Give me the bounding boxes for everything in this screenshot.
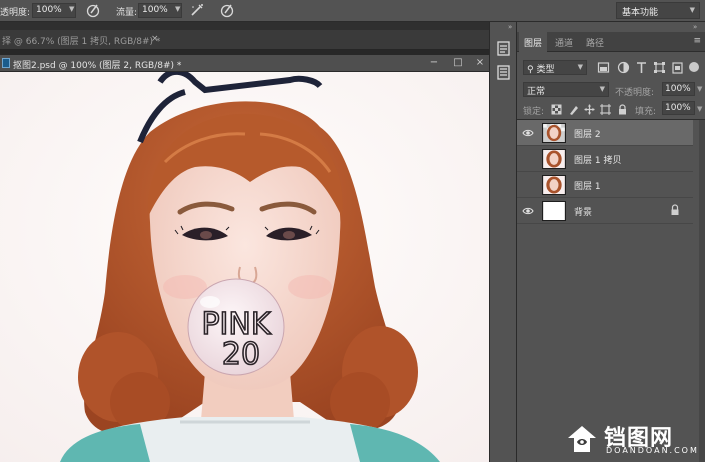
chevron-down-icon: ▼ (577, 63, 583, 71)
layer-name: 背景 (574, 208, 593, 218)
fill-input[interactable]: 100% (662, 101, 695, 115)
panel-tabs: 图层 通道 路径 ≡ (517, 32, 705, 52)
layer-row[interactable]: 图层 1 拷贝 (517, 146, 693, 172)
tab-paths[interactable]: 路径 (581, 32, 609, 52)
close-button[interactable]: × (473, 57, 487, 70)
chevron-down-icon[interactable]: ▼ (697, 105, 702, 113)
filter-adjustment-icon[interactable] (617, 61, 630, 74)
layers-panel: » 图层 通道 路径 ≡ ⚲ 类型 ▼ 正常 ▼ 不透明度: 100% ▼ 锁定… (517, 22, 705, 462)
lock-icon (671, 204, 679, 215)
maximize-button[interactable]: □ (451, 57, 465, 70)
layer-thumbnail (542, 201, 566, 221)
pressure-size-icon[interactable] (219, 2, 235, 18)
lock-all-icon[interactable] (617, 104, 628, 115)
properties-panel-icon[interactable] (495, 64, 512, 81)
airbrush-icon[interactable] (189, 2, 205, 18)
layer-name: 图层 2 (574, 130, 601, 140)
document-tab-title: 择 @ 66.7% (图层 1 拷贝, RGB/8#) * (2, 37, 161, 47)
chevron-down-icon: ▼ (689, 6, 695, 14)
document-canvas[interactable]: PINK 20 (0, 72, 489, 462)
tab-layers[interactable]: 图层 (519, 32, 548, 52)
chevron-down-icon: ▼ (599, 85, 605, 93)
workspace-switcher[interactable]: 基本功能 ▼ (616, 2, 700, 19)
chevron-down-icon[interactable]: ▼ (697, 85, 702, 93)
flow-label: 流量: (116, 8, 138, 18)
layer-name: 图层 1 (574, 182, 601, 192)
blend-mode-select[interactable]: 正常 ▼ (523, 82, 609, 97)
flow-dropdown-icon[interactable]: ▼ (175, 5, 180, 13)
layers-list: 图层 2 图层 1 拷贝 图层 1 背景 (517, 119, 705, 224)
layers-scrollbar[interactable] (699, 120, 705, 462)
lock-pixels-icon[interactable] (568, 104, 579, 115)
opacity-dropdown-icon[interactable]: ▼ (69, 5, 74, 13)
filter-kind-value: 类型 (536, 65, 555, 75)
layer-name: 图层 1 拷贝 (574, 156, 622, 166)
opacity-label: 不透明度: (615, 88, 655, 98)
layer-thumbnail (542, 175, 566, 195)
document-window-titlebar[interactable]: 抠图2.psd @ 100% (图层 2, RGB/8#) * − □ × (0, 55, 489, 72)
options-bar: 透明度: 100% ▼ 流量: 100% ▼ 基本功能 ▼ (0, 0, 705, 22)
eye-icon[interactable] (522, 127, 534, 139)
filter-kind-select[interactable]: ⚲ 类型 ▼ (523, 60, 587, 75)
opacity-input[interactable]: 100% (662, 82, 695, 96)
panel-dock-strip (0, 22, 489, 30)
layer-thumbnail (542, 123, 566, 143)
psd-file-icon (2, 58, 10, 68)
pressure-opacity-icon[interactable] (85, 2, 101, 18)
lock-artboard-icon[interactable] (600, 104, 611, 115)
watermark-english: DOANDOAN.COM (606, 446, 699, 455)
layer-filter-row: ⚲ 类型 ▼ (517, 58, 705, 78)
opacity-label: 透明度: (0, 8, 31, 18)
portrait-photo: PINK 20 (0, 72, 489, 462)
document-tab-inactive[interactable]: 择 @ 66.7% (图层 1 拷贝, RGB/8#) * × (0, 30, 489, 50)
visibility-toggle-off[interactable] (522, 153, 534, 165)
close-icon[interactable]: × (151, 34, 159, 44)
filter-smart-object-icon[interactable] (671, 61, 684, 74)
lock-position-icon[interactable] (584, 104, 595, 115)
fill-label: 填充: (635, 107, 657, 117)
lock-row: 锁定: 填充: 100% ▼ (517, 100, 705, 120)
lock-transparency-icon[interactable] (551, 104, 562, 115)
panel-menu-icon[interactable]: ≡ (693, 36, 701, 46)
history-panel-icon[interactable] (495, 40, 512, 57)
workspace-label: 基本功能 (622, 8, 659, 18)
layer-row[interactable]: 背景 (517, 198, 693, 224)
collapse-icon[interactable]: » (508, 23, 512, 31)
layer-thumbnail (542, 149, 566, 169)
filter-pixel-icon[interactable] (597, 61, 610, 74)
filter-toggle-icon[interactable] (689, 62, 699, 72)
eye-icon[interactable] (522, 205, 534, 217)
visibility-toggle-off[interactable] (522, 179, 534, 191)
blend-row: 正常 ▼ 不透明度: 100% ▼ (517, 80, 705, 100)
document-title: 抠图2.psd @ 100% (图层 2, RGB/8#) * (13, 61, 182, 71)
filter-shape-icon[interactable] (653, 61, 666, 74)
panel-icon-column: » (489, 22, 517, 462)
collapse-icon[interactable]: » (693, 23, 697, 31)
filter-type-icon[interactable] (635, 61, 648, 74)
layer-row[interactable]: 图层 1 (517, 172, 693, 198)
layer-row[interactable]: 图层 2 (517, 120, 693, 146)
badge-text-number: 20 (222, 337, 260, 372)
watermark: 铛图网 DOANDOAN.COM (564, 420, 704, 456)
blend-mode-value: 正常 (527, 87, 546, 97)
lock-label: 锁定: (523, 107, 545, 117)
watermark-logo-icon (568, 426, 596, 452)
tab-channels[interactable]: 通道 (550, 32, 578, 52)
minimize-button[interactable]: − (427, 57, 441, 70)
